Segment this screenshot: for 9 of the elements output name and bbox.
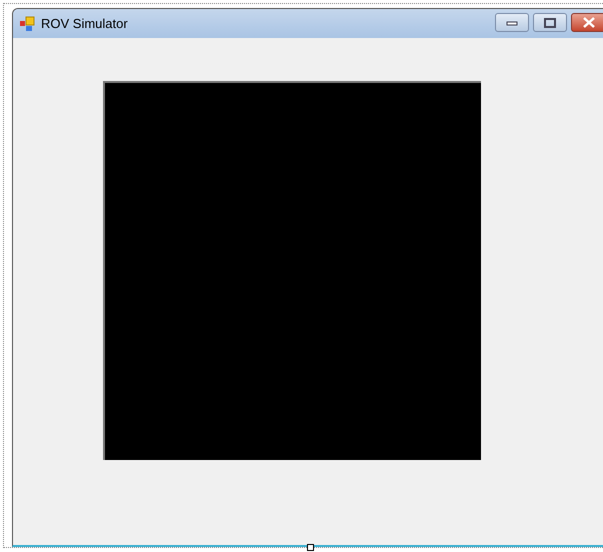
maximize-icon [544, 18, 556, 28]
minimize-button[interactable] [495, 13, 529, 32]
maximize-button[interactable] [533, 13, 567, 32]
close-icon [582, 17, 596, 28]
resize-handle[interactable] [307, 544, 314, 551]
app-icon [19, 16, 35, 32]
close-button[interactable] [571, 13, 603, 32]
window-title: ROV Simulator [41, 14, 128, 33]
minimize-icon [506, 20, 518, 26]
